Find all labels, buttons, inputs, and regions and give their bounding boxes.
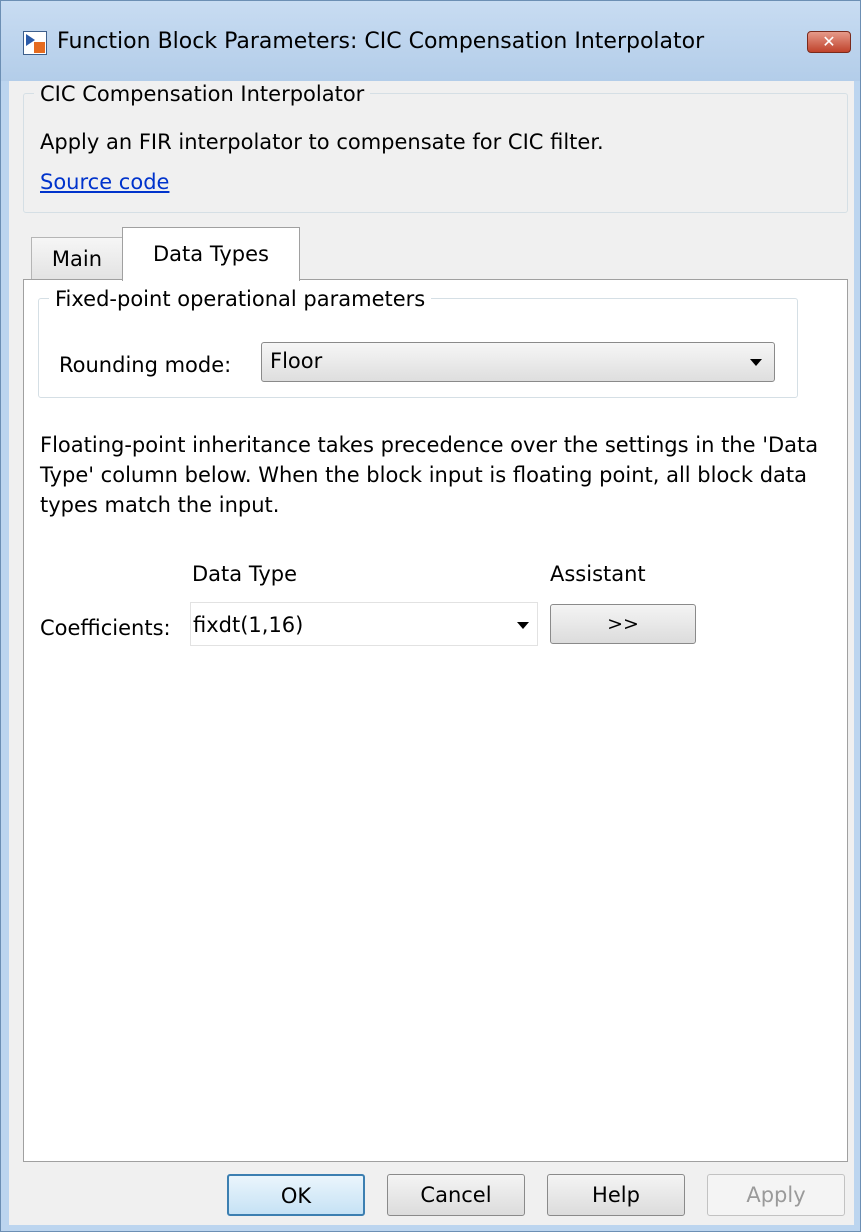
data-types-panel: Fixed-point operational parameters Round… (23, 279, 848, 1162)
close-button[interactable]: ✕ (807, 31, 851, 53)
description-group: CIC Compensation Interpolator Apply an F… (23, 82, 848, 213)
floating-point-info: Floating-point inheritance takes precede… (40, 433, 819, 517)
close-icon: ✕ (822, 32, 836, 51)
coefficients-data-type-combo[interactable]: fixdt(1,16) (190, 602, 538, 646)
cancel-button[interactable]: Cancel (387, 1174, 525, 1216)
data-type-column-header: Data Type (192, 562, 298, 586)
rounding-mode-value: Floor (270, 349, 323, 373)
fixed-point-group: Fixed-point operational parameters Round… (38, 287, 798, 398)
dialog-window: Function Block Parameters: CIC Compensat… (0, 0, 861, 1232)
source-code-link[interactable]: Source code (40, 170, 169, 194)
tab-data-types[interactable]: Data Types (122, 227, 300, 281)
chevron-down-icon (517, 622, 529, 629)
coefficients-data-type-value: fixdt(1,16) (193, 613, 304, 637)
rounding-mode-label: Rounding mode: (59, 353, 232, 377)
coefficients-assistant-button[interactable]: >> (550, 604, 696, 644)
help-button[interactable]: Help (547, 1174, 685, 1216)
rounding-mode-select[interactable]: Floor (261, 342, 775, 382)
apply-button[interactable]: Apply (707, 1174, 845, 1216)
title-bar[interactable]: Function Block Parameters: CIC Compensat… (1, 1, 860, 81)
ok-button[interactable]: OK (227, 1174, 365, 1216)
assistant-column-header: Assistant (550, 562, 646, 586)
simulink-block-icon (23, 31, 47, 55)
description-group-title: CIC Compensation Interpolator (34, 82, 371, 106)
coefficients-label: Coefficients: (40, 616, 171, 640)
tab-main[interactable]: Main (31, 237, 123, 279)
window-title: Function Block Parameters: CIC Compensat… (57, 29, 705, 54)
fixed-point-group-title: Fixed-point operational parameters (49, 287, 432, 311)
chevron-down-icon (750, 359, 762, 366)
dialog-body: CIC Compensation Interpolator Apply an F… (9, 81, 854, 1225)
description-text: Apply an FIR interpolator to compensate … (40, 130, 604, 154)
